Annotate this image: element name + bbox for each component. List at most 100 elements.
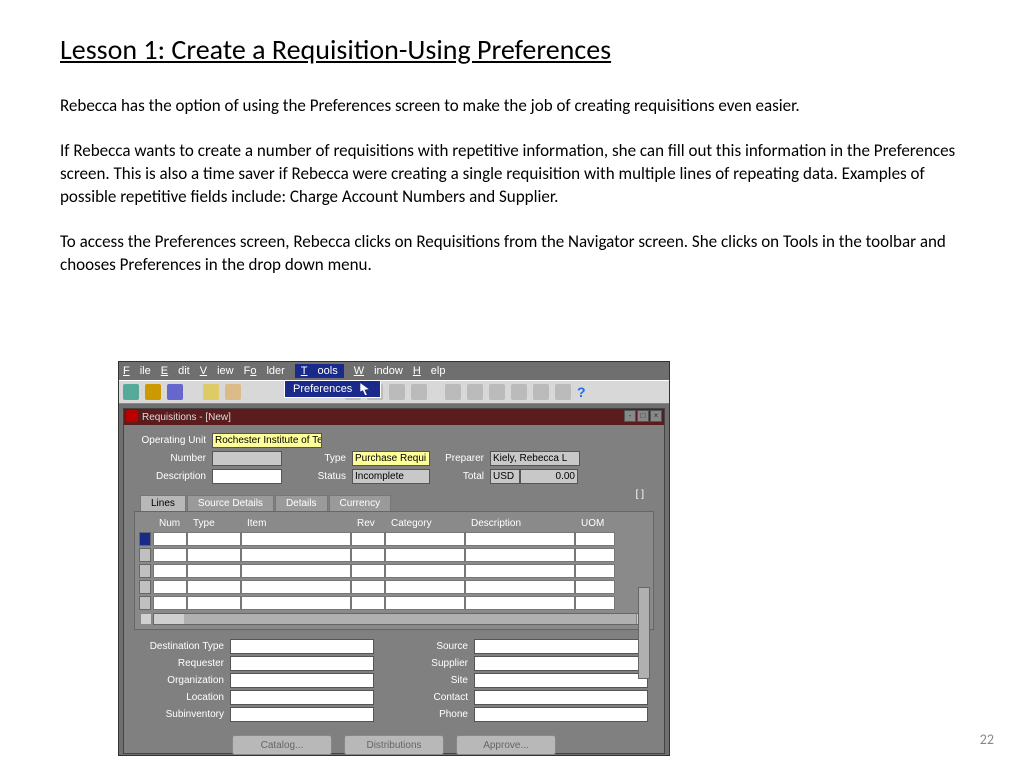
label-location: Location bbox=[140, 692, 230, 703]
col-category: Category bbox=[389, 518, 469, 529]
cell[interactable] bbox=[187, 532, 241, 546]
page-title: Lesson 1: Create a Requisition-Using Pre… bbox=[60, 32, 964, 67]
col-rev: Rev bbox=[355, 518, 389, 529]
tab-strip: Lines Source Details Details Currency bbox=[140, 495, 664, 511]
field-supplier[interactable] bbox=[474, 656, 648, 671]
tab-source-details[interactable]: Source Details bbox=[187, 495, 274, 511]
close-icon[interactable]: × bbox=[650, 410, 662, 422]
subwindow-title: Requisitions - [New] bbox=[142, 412, 231, 423]
label-site: Site bbox=[414, 675, 474, 686]
col-uom: UOM bbox=[579, 518, 613, 529]
menubar[interactable]: File Edit View Folder Tools Window Help bbox=[119, 362, 669, 380]
menu-file[interactable]: File bbox=[123, 365, 151, 377]
field-site[interactable] bbox=[474, 673, 648, 688]
menu-window[interactable]: Window bbox=[354, 365, 403, 377]
col-description: Description bbox=[469, 518, 579, 529]
tool-icon[interactable] bbox=[511, 384, 527, 400]
tool-icon[interactable] bbox=[445, 384, 461, 400]
label-preparer: Preparer bbox=[430, 453, 490, 464]
catalog-button[interactable]: Catalog... bbox=[232, 735, 332, 755]
tool-icon[interactable] bbox=[411, 384, 427, 400]
app-icon bbox=[126, 410, 138, 422]
tool-icon[interactable] bbox=[225, 384, 241, 400]
minimize-icon[interactable]: - bbox=[624, 410, 636, 422]
toolbar: ? bbox=[119, 380, 669, 404]
app-window: File Edit View Folder Tools Window Help … bbox=[118, 361, 670, 756]
table-row[interactable] bbox=[139, 531, 649, 547]
field-type[interactable]: Purchase Requi bbox=[352, 451, 430, 466]
field-operating-unit[interactable]: Rochester Institute of Te bbox=[212, 433, 322, 448]
field-phone[interactable] bbox=[474, 707, 648, 722]
cell[interactable] bbox=[241, 532, 351, 546]
field-total-amount: 0.00 bbox=[520, 469, 578, 484]
cell[interactable] bbox=[385, 532, 465, 546]
table-row[interactable] bbox=[139, 547, 649, 563]
cursor-icon bbox=[360, 383, 372, 395]
label-organization: Organization bbox=[140, 675, 230, 686]
paragraph-2: If Rebecca wants to create a number of r… bbox=[60, 140, 964, 209]
field-number[interactable] bbox=[212, 451, 282, 466]
table-row[interactable] bbox=[139, 579, 649, 595]
field-requester[interactable] bbox=[230, 656, 374, 671]
tool-icon[interactable] bbox=[123, 384, 139, 400]
tool-icon[interactable] bbox=[145, 384, 161, 400]
lines-grid: Num Type Item Rev Category Description U… bbox=[134, 511, 654, 630]
tab-lines[interactable]: Lines bbox=[140, 495, 186, 511]
label-operating-unit: Operating Unit bbox=[132, 435, 212, 446]
paragraph-3: To access the Preferences screen, Rebecc… bbox=[60, 231, 964, 277]
menu-tools[interactable]: Tools bbox=[295, 364, 344, 378]
label-phone: Phone bbox=[414, 709, 474, 720]
col-item: Item bbox=[245, 518, 355, 529]
approve-button[interactable]: Approve... bbox=[456, 735, 556, 755]
col-type: Type bbox=[191, 518, 245, 529]
menu-view[interactable]: View bbox=[200, 365, 234, 377]
col-num: Num bbox=[157, 518, 191, 529]
field-total-currency: USD bbox=[490, 469, 520, 484]
help-icon[interactable]: ? bbox=[577, 384, 586, 400]
field-contact[interactable] bbox=[474, 690, 648, 705]
table-row[interactable] bbox=[139, 595, 649, 611]
subwindow-titlebar: Requisitions - [New] - □ × bbox=[124, 409, 664, 425]
requisitions-window: Requisitions - [New] - □ × Operating Uni… bbox=[123, 408, 665, 754]
menu-folder[interactable]: Folder bbox=[244, 365, 285, 377]
maximize-icon[interactable]: □ bbox=[637, 410, 649, 422]
field-location[interactable] bbox=[230, 690, 374, 705]
table-row[interactable] bbox=[139, 563, 649, 579]
field-destination-type[interactable] bbox=[230, 639, 374, 654]
tab-details[interactable]: Details bbox=[275, 495, 328, 511]
label-supplier: Supplier bbox=[414, 658, 474, 669]
label-status: Status bbox=[282, 471, 352, 482]
field-subinventory[interactable] bbox=[230, 707, 374, 722]
scrollbar-horizontal[interactable] bbox=[153, 613, 649, 625]
flex-bracket[interactable]: [ ] bbox=[636, 489, 644, 500]
tool-icon[interactable] bbox=[489, 384, 505, 400]
row-selector[interactable] bbox=[139, 532, 151, 546]
label-type: Type bbox=[282, 453, 352, 464]
label-source: Source bbox=[414, 641, 474, 652]
cell[interactable] bbox=[153, 532, 187, 546]
label-requester: Requester bbox=[140, 658, 230, 669]
tool-icon[interactable] bbox=[555, 384, 571, 400]
label-number: Number bbox=[132, 453, 212, 464]
menu-help[interactable]: Help bbox=[413, 365, 446, 377]
tool-icon[interactable] bbox=[389, 384, 405, 400]
field-source[interactable] bbox=[474, 639, 648, 654]
tools-dropdown[interactable]: Preferences bbox=[284, 380, 381, 398]
tool-icon[interactable] bbox=[203, 384, 219, 400]
field-description[interactable] bbox=[212, 469, 282, 484]
page-number: 22 bbox=[980, 731, 994, 748]
paragraph-1: Rebecca has the option of using the Pref… bbox=[60, 95, 964, 118]
menu-edit[interactable]: Edit bbox=[161, 365, 190, 377]
distributions-button[interactable]: Distributions bbox=[344, 735, 444, 755]
tool-icon[interactable] bbox=[533, 384, 549, 400]
field-organization[interactable] bbox=[230, 673, 374, 688]
tool-icon[interactable] bbox=[167, 384, 183, 400]
menu-item-preferences[interactable]: Preferences bbox=[293, 383, 352, 395]
label-contact: Contact bbox=[414, 692, 474, 703]
cell[interactable] bbox=[465, 532, 575, 546]
cell[interactable] bbox=[575, 532, 615, 546]
cell[interactable] bbox=[351, 532, 385, 546]
tool-icon[interactable] bbox=[467, 384, 483, 400]
scrollbar-vertical[interactable] bbox=[638, 587, 650, 679]
tab-currency[interactable]: Currency bbox=[329, 495, 392, 511]
